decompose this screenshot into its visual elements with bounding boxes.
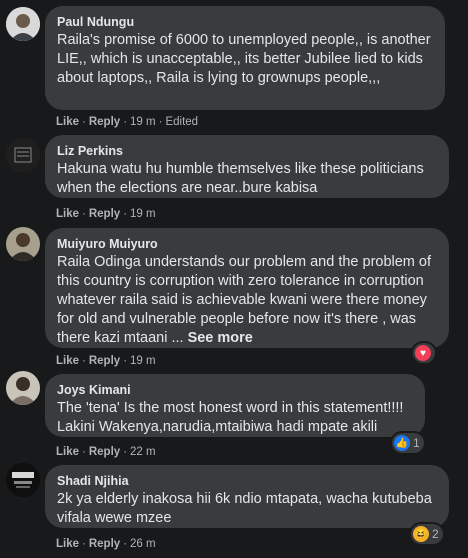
reply-button[interactable]: Reply bbox=[89, 208, 120, 220]
heart-icon: ♥ bbox=[415, 345, 431, 361]
comment-text: The 'tena' Is the most honest word in th… bbox=[57, 400, 404, 435]
like-button[interactable]: Like bbox=[56, 355, 79, 367]
comment-actions: Like · Reply · 19 m bbox=[56, 354, 156, 368]
avatar[interactable] bbox=[6, 371, 40, 405]
comment-author[interactable]: Muiyuro Muiyuro bbox=[57, 236, 437, 252]
comment-bubble: Joys Kimani The 'tena' Is the most hones… bbox=[45, 374, 425, 437]
avatar[interactable] bbox=[6, 463, 40, 497]
timestamp[interactable]: 22 m bbox=[130, 446, 156, 458]
comment-bubble: Shadi Njihia 2k ya elderly inakosa hii 6… bbox=[45, 465, 449, 528]
comment-author[interactable]: Paul Ndungu bbox=[57, 14, 433, 30]
comment-text: Hakuna watu hu humble themselves like th… bbox=[57, 161, 424, 196]
like-button[interactable]: Like bbox=[56, 116, 79, 128]
separator-dot: · bbox=[82, 446, 86, 458]
separator-dot: · bbox=[123, 355, 128, 367]
separator-dot: · bbox=[123, 538, 128, 550]
comment-author[interactable]: Joys Kimani bbox=[57, 382, 413, 398]
avatar[interactable] bbox=[6, 227, 40, 261]
like-button[interactable]: Like bbox=[56, 208, 79, 220]
reaction-summary[interactable]: ♥ bbox=[413, 343, 435, 363]
avatar[interactable] bbox=[6, 138, 40, 172]
separator-dot: · bbox=[82, 538, 86, 550]
timestamp[interactable]: 19 m bbox=[130, 208, 156, 220]
reaction-summary[interactable]: 👍 1 bbox=[392, 433, 424, 453]
separator-dot: · bbox=[158, 116, 163, 128]
reaction-summary[interactable]: 😆 2 bbox=[411, 524, 443, 544]
comment-text: 2k ya elderly inakosa hii 6k ndio mtapat… bbox=[57, 491, 432, 526]
comment-actions: Like · Reply · 26 m bbox=[56, 537, 156, 551]
avatar[interactable] bbox=[6, 7, 40, 41]
comment-bubble: Liz Perkins Hakuna watu hu humble themse… bbox=[45, 135, 449, 198]
reply-button[interactable]: Reply bbox=[89, 538, 120, 550]
reply-button[interactable]: Reply bbox=[89, 446, 120, 458]
comment-author[interactable]: Shadi Njihia bbox=[57, 473, 437, 489]
comment-actions: Like · Reply · 22 m bbox=[56, 445, 156, 459]
comment-author[interactable]: Liz Perkins bbox=[57, 143, 437, 159]
like-button[interactable]: Like bbox=[56, 446, 79, 458]
comment-bubble: Paul Ndungu Raila's promise of 6000 to u… bbox=[45, 6, 445, 110]
haha-icon: 😆 bbox=[413, 526, 429, 542]
separator-dot: · bbox=[82, 355, 86, 367]
separator-dot: · bbox=[82, 208, 86, 220]
like-button[interactable]: Like bbox=[56, 538, 79, 550]
see-more-link[interactable]: See more bbox=[188, 330, 253, 346]
comment-actions: Like · Reply · 19 m · Edited bbox=[56, 115, 198, 129]
comment-bubble: Muiyuro Muiyuro Raila Odinga understands… bbox=[45, 228, 449, 348]
like-icon: 👍 bbox=[394, 435, 410, 451]
comment-text: Raila Odinga understands our problem and… bbox=[57, 253, 437, 348]
timestamp[interactable]: 19 m bbox=[130, 116, 156, 128]
reply-button[interactable]: Reply bbox=[89, 116, 120, 128]
separator-dot: · bbox=[123, 446, 128, 458]
reaction-count: 1 bbox=[413, 436, 420, 450]
separator-dot: · bbox=[123, 208, 128, 220]
separator-dot: · bbox=[123, 116, 128, 128]
reaction-count: 2 bbox=[432, 527, 439, 541]
timestamp[interactable]: 19 m bbox=[130, 355, 156, 367]
comment-text: Raila's promise of 6000 to unemployed pe… bbox=[57, 32, 431, 86]
separator-dot: · bbox=[82, 116, 86, 128]
timestamp[interactable]: 26 m bbox=[130, 538, 156, 550]
edited-label: Edited bbox=[165, 116, 199, 128]
reply-button[interactable]: Reply bbox=[89, 355, 120, 367]
comment-actions: Like · Reply · 19 m bbox=[56, 207, 156, 221]
